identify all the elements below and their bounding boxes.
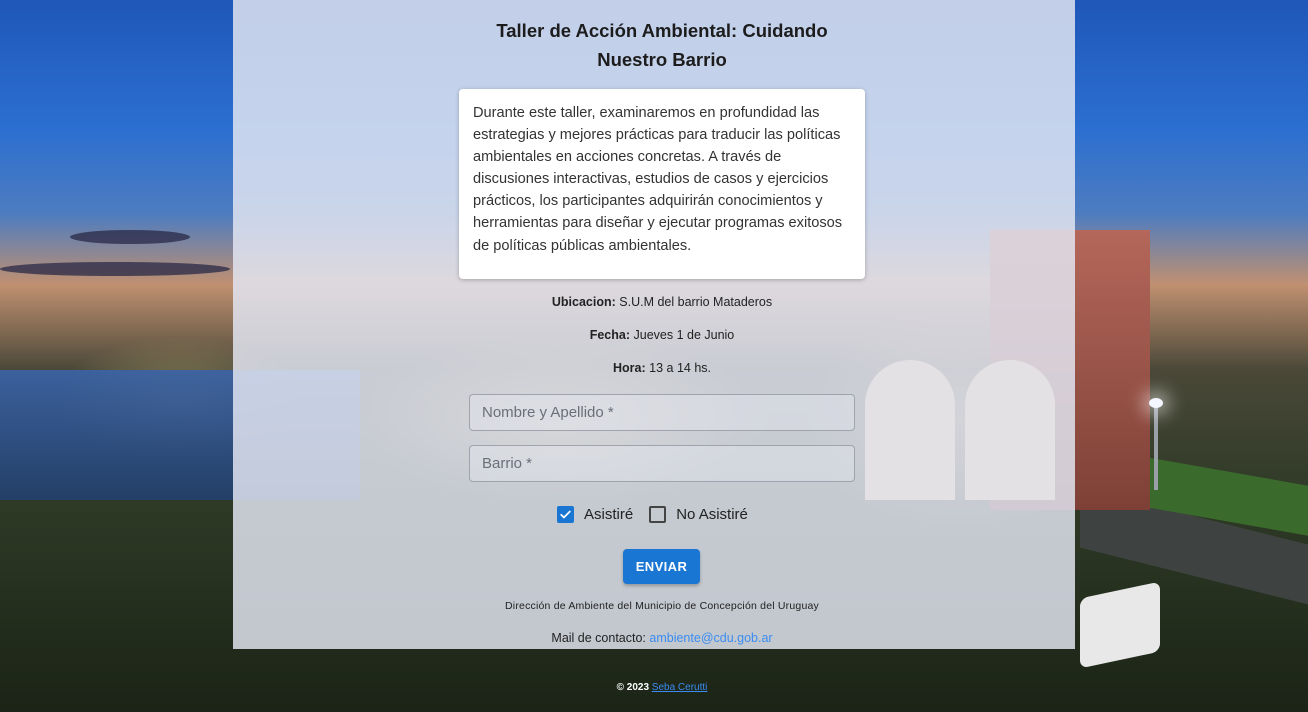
date-label: Fecha:	[589, 328, 631, 342]
cloud	[70, 230, 190, 244]
attend-checkbox[interactable]	[557, 506, 574, 523]
location-label: Ubicacion:	[551, 295, 616, 309]
mail-link[interactable]: ambiente@cdu.gob.ar	[649, 631, 772, 645]
attend-label[interactable]: Asistiré	[584, 506, 633, 523]
hour-label: Hora:	[613, 361, 646, 375]
street-lamp	[1149, 398, 1163, 490]
truck	[1080, 581, 1160, 669]
hour-info: Hora: 13 a 14 hs.	[400, 361, 924, 375]
cloud	[0, 262, 230, 276]
barrio-placeholder: Barrio *	[482, 455, 533, 472]
not-attend-checkbox[interactable]	[649, 506, 667, 523]
location-info: Ubicacion: S.U.M del barrio Mataderos	[400, 295, 924, 309]
mail-label: Mail de contacto:	[551, 631, 646, 645]
footer: © 2023 Seba Cerutti	[400, 682, 924, 693]
contact-line: Mail de contacto: ambiente@cdu.gob.ar	[400, 631, 924, 645]
organization-text: Dirección de Ambiente del Municipio de C…	[505, 600, 819, 612]
hour-value: 13 a 14 hs.	[649, 361, 711, 375]
not-attend-label[interactable]: No Asistiré	[676, 506, 748, 523]
submit-button[interactable]: ENVIAR	[623, 549, 700, 584]
barrio-field[interactable]: Barrio *	[469, 445, 855, 482]
page-title: Taller de Acción Ambiental: Cuidando Nue…	[496, 20, 828, 70]
checkmark-icon	[560, 510, 571, 519]
location-value: S.U.M del barrio Mataderos	[619, 295, 773, 309]
name-placeholder: Nombre y Apellido *	[482, 404, 614, 421]
name-field[interactable]: Nombre y Apellido *	[469, 394, 855, 431]
date-info: Fecha: Jueves 1 de Junio	[400, 328, 924, 342]
date-value: Jueves 1 de Junio	[633, 328, 735, 342]
description-text: Durante este taller, examinaremos en pro…	[473, 105, 843, 254]
attendance-options: Asistiré No Asistiré	[557, 506, 764, 523]
copyright-text: © 2023	[616, 682, 650, 693]
description-card: Durante este taller, examinaremos en pro…	[459, 89, 865, 279]
author-link[interactable]: Seba Cerutti	[652, 682, 708, 693]
